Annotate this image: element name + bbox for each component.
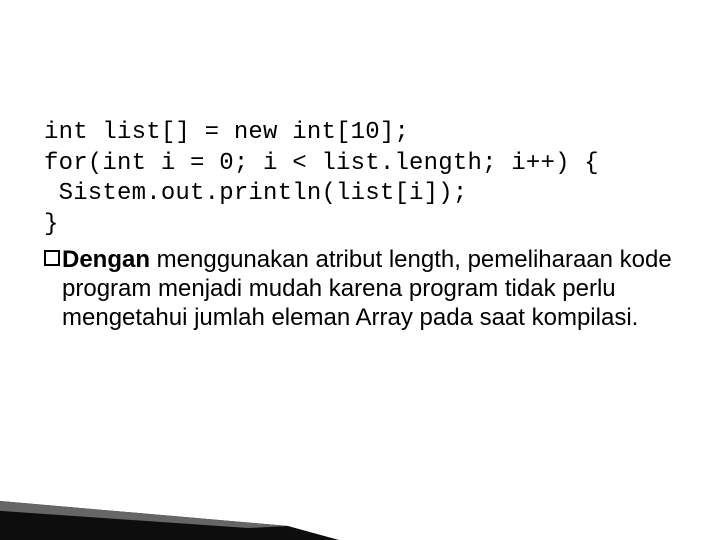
slide: int list[] = new int[10]; for(int i = 0;… bbox=[0, 0, 720, 540]
code-line-4: } bbox=[44, 210, 676, 241]
square-bullet-icon bbox=[44, 250, 60, 266]
code-line-3: Sistem.out.println(list[i]); bbox=[44, 179, 676, 210]
body-text: Dengan menggunakan atribut length, pemel… bbox=[62, 245, 676, 333]
body-lead: Dengan bbox=[62, 246, 150, 273]
content-area: int list[] = new int[10]; for(int i = 0;… bbox=[44, 118, 676, 333]
body-rest: menggunakan atribut length, pemeliharaan… bbox=[62, 246, 672, 332]
code-line-1: int list[] = new int[10]; bbox=[44, 118, 676, 149]
bullet-paragraph: Dengan menggunakan atribut length, pemel… bbox=[44, 245, 676, 333]
decorative-wedge bbox=[0, 488, 368, 540]
code-line-2: for(int i = 0; i < list.length; i++) { bbox=[44, 149, 676, 180]
